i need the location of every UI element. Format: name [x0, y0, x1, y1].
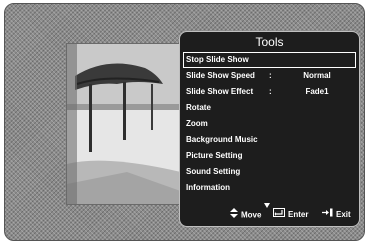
exit-icon: [322, 208, 333, 222]
menu-item-separator: :: [269, 71, 272, 80]
menu-item-background-music[interactable]: Background Music: [183, 132, 356, 148]
menu-item-information[interactable]: Information: [183, 180, 356, 196]
menu-item-slide-show-effect[interactable]: Slide Show Effect : Fade1: [183, 84, 356, 100]
tools-menu-panel: Tools Stop Slide Show Slide Show Speed :…: [179, 31, 360, 227]
menu-item-label: Sound Setting: [186, 167, 241, 176]
exit-label: Exit: [336, 210, 351, 220]
enter-icon: [273, 208, 285, 222]
menu-item-picture-setting[interactable]: Picture Setting: [183, 148, 356, 164]
menu-item-label: Stop Slide Show: [186, 55, 249, 64]
menu-item-value: Normal: [303, 71, 331, 80]
tv-screen: Tools Stop Slide Show Slide Show Speed :…: [4, 3, 365, 241]
menu-item-label: Slide Show Effect: [186, 87, 254, 96]
menu-item-label: Slide Show Speed: [186, 71, 255, 80]
menu-item-slide-show-speed[interactable]: Slide Show Speed : Normal: [183, 68, 356, 84]
slideshow-photo: [67, 44, 189, 204]
move-label: Move: [241, 210, 262, 220]
enter-label: Enter: [288, 210, 309, 220]
menu-item-stop-slide-show[interactable]: Stop Slide Show: [183, 52, 356, 68]
up-down-arrows-icon: [230, 208, 238, 223]
menu-item-label: Zoom: [186, 119, 208, 128]
menu-item-separator: :: [269, 87, 272, 96]
menu-item-label: Rotate: [186, 103, 211, 112]
enter-hint: Enter: [273, 208, 308, 222]
menu-item-sound-setting[interactable]: Sound Setting: [183, 164, 356, 180]
menu-item-zoom[interactable]: Zoom: [183, 116, 356, 132]
move-hint: Move: [230, 208, 261, 222]
tools-menu-list: Stop Slide Show Slide Show Speed : Norma…: [183, 52, 356, 196]
menu-item-label: Background Music: [186, 135, 258, 144]
menu-item-label: Picture Setting: [186, 151, 243, 160]
tools-footer: Move Enter Exit: [180, 208, 359, 222]
menu-item-rotate[interactable]: Rotate: [183, 100, 356, 116]
menu-item-label: Information: [186, 183, 230, 192]
menu-item-value: Fade1: [305, 87, 329, 96]
exit-hint: Exit: [322, 208, 351, 222]
tools-title: Tools: [255, 35, 284, 49]
